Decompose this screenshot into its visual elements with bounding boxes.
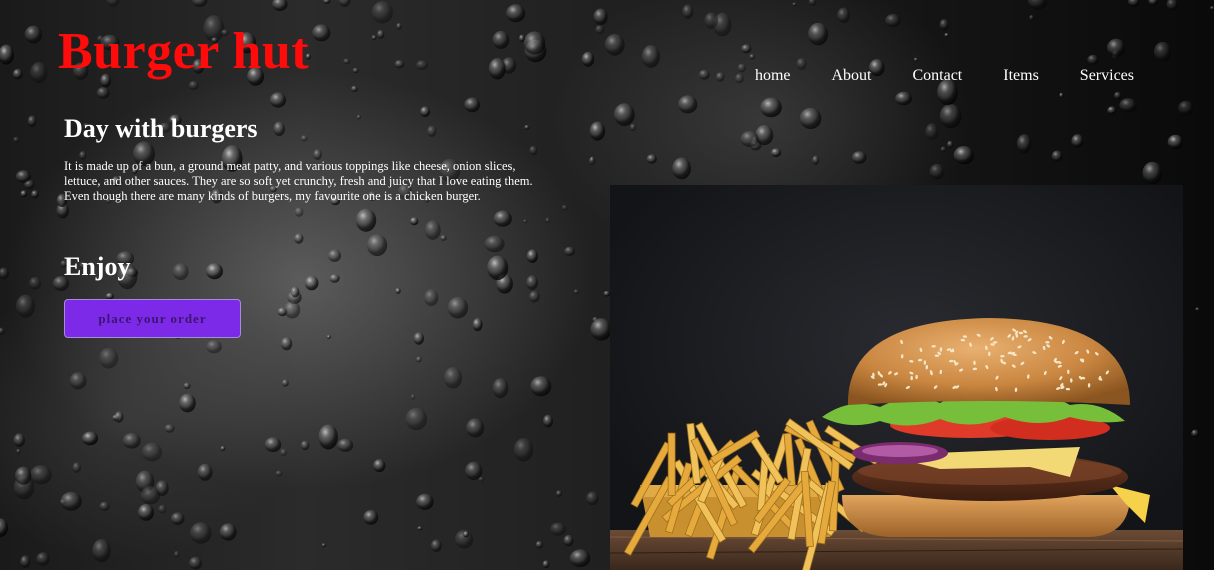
page: Burger hut home About Contact Items Serv…: [0, 0, 1214, 570]
nav-about[interactable]: About: [831, 66, 871, 86]
hero-heading: Day with burgers: [64, 114, 258, 143]
hero-subheading: Enjoy: [64, 252, 131, 281]
nav-items[interactable]: Items: [1003, 66, 1039, 86]
nav-services[interactable]: Services: [1080, 66, 1134, 86]
nav-contact[interactable]: Contact: [912, 66, 962, 86]
nav-home[interactable]: home: [755, 66, 791, 86]
burger-photo: [610, 185, 1183, 570]
main-nav: home About Contact Items Services: [714, 66, 1134, 86]
brand-logo[interactable]: Burger hut: [58, 22, 309, 82]
place-order-button[interactable]: place your order: [64, 299, 241, 338]
hero-description: It is made up of a bun, a ground meat pa…: [64, 159, 533, 203]
